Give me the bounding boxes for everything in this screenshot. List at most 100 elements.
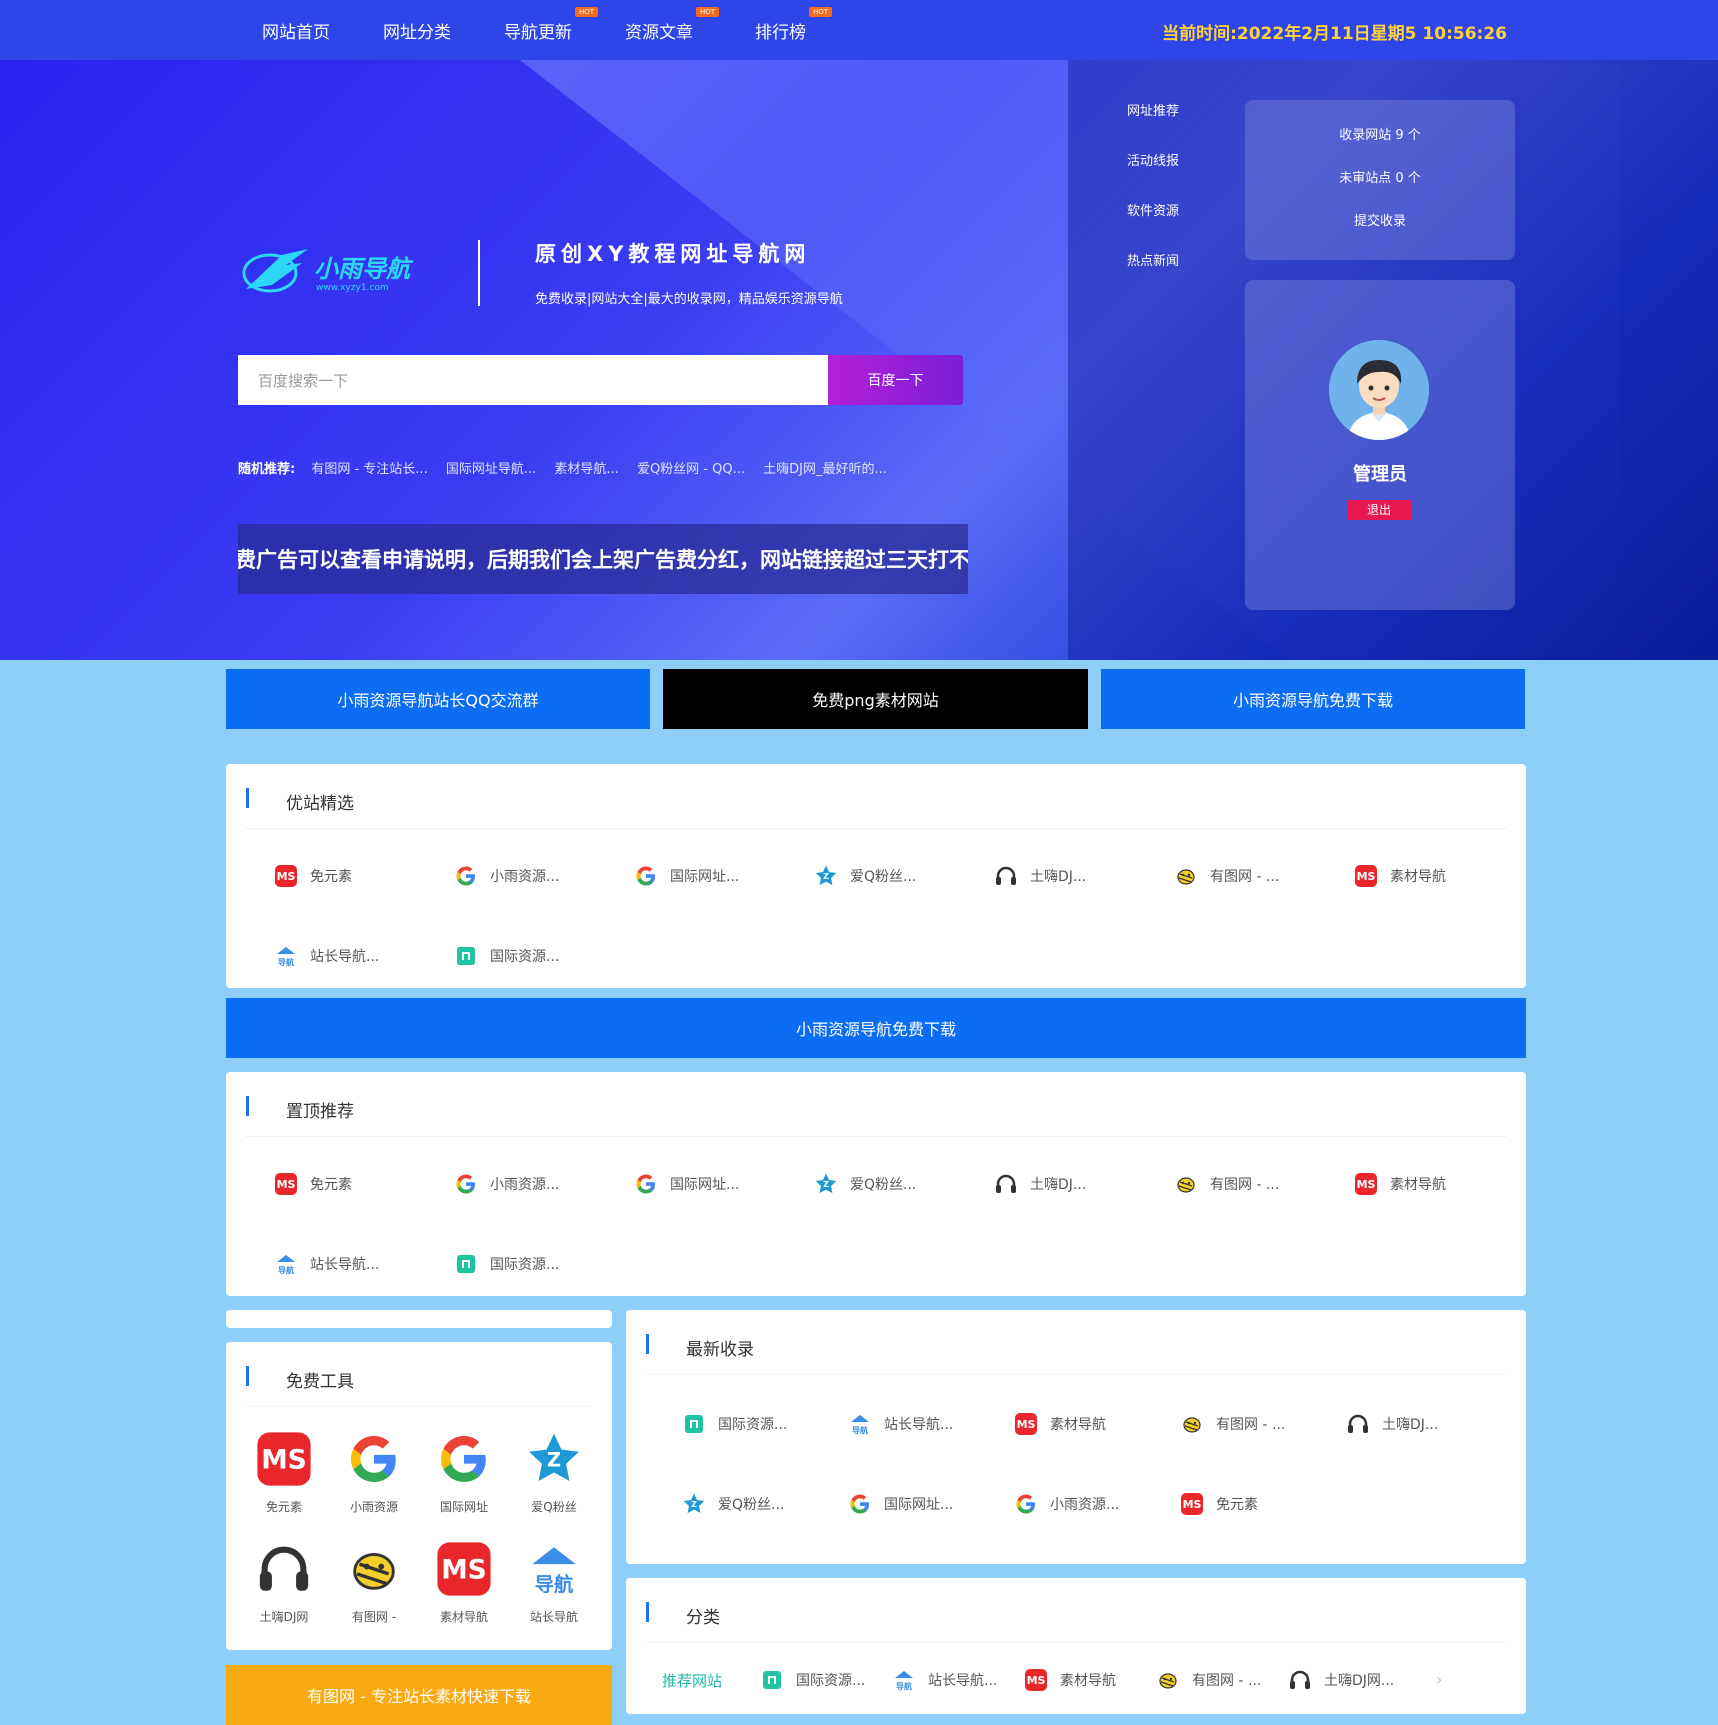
submit-link[interactable]: 提交收录 <box>1245 210 1515 229</box>
site-item[interactable]: 有图网 - ... <box>1156 1668 1261 1692</box>
nav-item-categories[interactable]: 网址分类 <box>383 18 451 43</box>
site-item[interactable]: 小雨资源... <box>454 864 559 888</box>
site-item-label: 有图网 - ... <box>1210 1177 1280 1193</box>
top-nav: 网站首页 网址分类 导航更新 HOT 资源文章 HOT 排行榜 HOT 当前时间… <box>0 0 1718 60</box>
nav-item-ranking[interactable]: 排行榜 HOT <box>755 7 832 43</box>
tool-item[interactable]: 国际网址 <box>424 1430 504 1515</box>
current-time: 当前时间:2022年2月11日星期5 10:56:26 <box>1162 24 1507 44</box>
svg-text:MS: MS <box>1017 1418 1036 1431</box>
site-item[interactable]: 国际网址... <box>848 1492 953 1516</box>
site-item[interactable]: 土嗨DJ... <box>1346 1412 1438 1436</box>
tool-item[interactable]: MS 免元素 <box>244 1430 324 1515</box>
site-item[interactable]: 导航 站长导航... <box>892 1668 997 1692</box>
site-item[interactable]: Z 爱Q粉丝... <box>682 1492 784 1516</box>
site-item[interactable]: 土嗨DJ... <box>994 1172 1086 1196</box>
random-link[interactable]: 素材导航... <box>554 462 618 477</box>
site-item[interactable]: 有图网 - ... <box>1174 1172 1279 1196</box>
site-item[interactable]: 土嗨DJ网... <box>1288 1668 1394 1692</box>
side-link[interactable]: 热点新闻 <box>1127 250 1179 300</box>
download-banner[interactable]: 小雨资源导航免费下载 <box>226 998 1526 1058</box>
side-link[interactable]: 活动线报 <box>1127 150 1179 200</box>
tool-item[interactable]: 导航 站长导航 <box>514 1540 594 1625</box>
nav-item-home[interactable]: 网站首页 <box>262 18 330 43</box>
banner-png-site[interactable]: 免费png素材网站 <box>663 669 1088 729</box>
tool-item-label: 素材导航 <box>439 1610 488 1624</box>
banner-qq-group[interactable]: 小雨资源导航站长QQ交流群 <box>226 669 650 729</box>
bee-icon <box>345 1540 403 1598</box>
card-title: 置顶推荐 <box>286 1102 354 1122</box>
site-count: 收录网站 9 个 <box>1339 128 1421 143</box>
site-item-label: 小雨资源... <box>1050 1497 1120 1513</box>
site-item[interactable]: 国际资源... <box>454 944 559 968</box>
tools-card: 免费工具 MS 免元素 小雨资源 国际网址 Z 爱Q粉丝 土嗨DJ网 有图网 - MS 素材导航 导… <box>226 1342 612 1650</box>
card-header: 分类 <box>646 1598 1506 1643</box>
site-item[interactable]: MS 免元素 <box>274 864 352 888</box>
title-bar <box>246 1366 249 1386</box>
random-link[interactable]: 土嗨DJ网_最好听的... <box>763 462 887 477</box>
chevron-right-icon[interactable]: › <box>1436 1670 1442 1689</box>
site-item[interactable]: MS 素材导航 <box>1354 1172 1446 1196</box>
nav-house-icon: 导航 <box>892 1668 916 1692</box>
random-link[interactable]: 有图网 - 专注站长... <box>311 462 427 477</box>
random-link[interactable]: 爱Q粉丝网 - QQ... <box>637 462 745 477</box>
category-tab[interactable]: 推荐网站 <box>662 1670 722 1691</box>
star-icon: Z <box>682 1492 706 1516</box>
site-item[interactable]: 国际资源... <box>682 1412 787 1436</box>
site-item[interactable]: 小雨资源... <box>1014 1492 1119 1516</box>
site-item[interactable]: 导航 站长导航... <box>274 944 379 968</box>
site-item[interactable]: MS 素材导航 <box>1024 1668 1116 1692</box>
user-card: 管理员 退出 <box>1245 280 1515 610</box>
banner-download[interactable]: 小雨资源导航免费下载 <box>1101 669 1525 729</box>
mis-icon: MS <box>274 864 298 888</box>
site-item[interactable]: 国际资源... <box>760 1668 865 1692</box>
bottom-banner[interactable]: 有图网 - 专注站长素材快速下载 <box>226 1665 612 1725</box>
side-link[interactable]: 软件资源 <box>1127 200 1179 250</box>
tool-item[interactable]: 有图网 - <box>334 1540 414 1625</box>
site-item-label: 土嗨DJ... <box>1030 869 1087 885</box>
site-item[interactable]: 导航 站长导航... <box>274 1252 379 1276</box>
nav-item-updates[interactable]: 导航更新 HOT <box>504 7 598 43</box>
site-title: 原创XY教程网址导航网 <box>535 242 811 266</box>
site-item[interactable]: 国际网址... <box>634 1172 739 1196</box>
site-item[interactable]: Z 爱Q粉丝... <box>814 1172 916 1196</box>
side-link[interactable]: 网址推荐 <box>1127 100 1179 150</box>
tool-item-label: 有图网 - <box>351 1610 397 1624</box>
tool-item[interactable]: 小雨资源 <box>334 1430 414 1515</box>
site-item[interactable]: MS 免元素 <box>1180 1492 1258 1516</box>
site-item[interactable]: MS 素材导航 <box>1014 1412 1106 1436</box>
hot-badge: HOT <box>808 7 832 17</box>
site-item-label: 站长导航... <box>928 1673 998 1689</box>
headphones-icon <box>1288 1668 1312 1692</box>
site-item[interactable]: 有图网 - ... <box>1180 1412 1285 1436</box>
site-item-label: 小雨资源... <box>490 869 560 885</box>
mis-icon: MS <box>1180 1492 1204 1516</box>
svg-text:MS: MS <box>277 1178 296 1191</box>
site-item-label: 素材导航 <box>1390 1177 1446 1193</box>
site-item-label: 免元素 <box>310 1177 352 1193</box>
site-item[interactable]: MS 素材导航 <box>1354 864 1446 888</box>
site-item-label: 土嗨DJ网... <box>1324 1673 1395 1689</box>
site-item[interactable]: 小雨资源... <box>454 1172 559 1196</box>
site-item[interactable]: 导航 站长导航... <box>848 1412 953 1436</box>
mis-icon: MS <box>1014 1412 1038 1436</box>
site-item[interactable]: 有图网 - ... <box>1174 864 1279 888</box>
site-item-label: 爱Q粉丝... <box>850 869 917 885</box>
site-item[interactable]: 国际资源... <box>454 1252 559 1276</box>
tool-item[interactable]: 土嗨DJ网 <box>244 1540 324 1625</box>
site-item[interactable]: Z 爱Q粉丝... <box>814 864 916 888</box>
tool-item[interactable]: Z 爱Q粉丝 <box>514 1430 594 1515</box>
site-item[interactable]: 土嗨DJ... <box>994 864 1086 888</box>
card-title: 优站精选 <box>286 794 354 814</box>
site-item-label: 土嗨DJ... <box>1030 1177 1087 1193</box>
logo-text: 小雨导航 <box>314 254 410 283</box>
search-button[interactable]: 百度一下 <box>828 355 963 405</box>
random-link[interactable]: 国际网址导航... <box>446 462 536 477</box>
logout-button[interactable]: 退出 <box>1347 500 1411 520</box>
tool-item[interactable]: MS 素材导航 <box>424 1540 504 1625</box>
headphones-icon <box>994 864 1018 888</box>
nav-item-articles[interactable]: 资源文章 HOT <box>625 7 719 43</box>
site-item-label: 土嗨DJ... <box>1382 1417 1439 1433</box>
site-item[interactable]: 国际网址... <box>634 864 739 888</box>
search-input[interactable]: 百度搜索一下 <box>238 355 828 405</box>
site-item[interactable]: MS 免元素 <box>274 1172 352 1196</box>
